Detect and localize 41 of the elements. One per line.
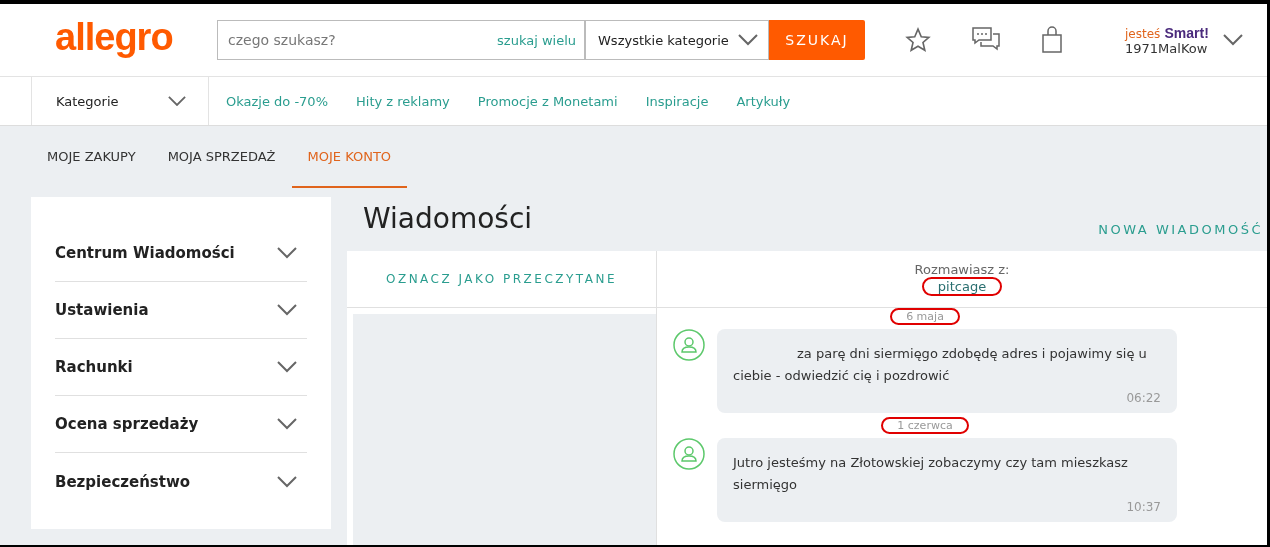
avatar-icon: [673, 329, 705, 361]
message-text: Jutro jesteśmy na Złotowskiej zobaczymy czy tam mieszkasz siermięgo: [733, 454, 1129, 494]
user-name[interactable]: 1971MalKow: [1125, 40, 1209, 56]
sidebar-item[interactable]: Rachunki: [55, 339, 307, 396]
sidebar-item[interactable]: Bezpieczeństwo: [55, 453, 307, 510]
chevron-down-icon: [1222, 34, 1243, 46]
tab[interactable]: MOJA SPRZEDAŻ: [151, 126, 292, 188]
tab[interactable]: MOJE ZAKUPY: [31, 126, 152, 188]
chevron-down-icon: [738, 34, 758, 46]
date-label: 6 maja: [890, 308, 960, 325]
sidebar-item[interactable]: Ocena sprzedaży: [55, 396, 307, 453]
sidebar-item[interactable]: Centrum Wiadomości: [55, 225, 307, 282]
nav-link[interactable]: Artykuły: [736, 93, 791, 109]
new-message-button[interactable]: NOWA WIADOMOŚĆ: [1098, 221, 1267, 237]
tab[interactable]: MOJE KONTO: [291, 126, 408, 188]
nav-link[interactable]: Inspiracje: [645, 93, 709, 109]
categories-button[interactable]: Kategorie: [31, 77, 209, 125]
partner-name[interactable]: pitcage: [921, 277, 1003, 296]
chevron-down-icon: [277, 475, 297, 488]
nav-link[interactable]: Promocje z Monetami: [477, 93, 618, 109]
sidebar-item[interactable]: Ustawienia: [55, 282, 307, 339]
message-time: 10:37: [1126, 500, 1161, 514]
chevron-down-icon: [277, 247, 297, 259]
star-icon[interactable]: [905, 27, 931, 53]
search-button[interactable]: SZUKAJ: [769, 20, 865, 60]
chevron-down-icon: [277, 304, 297, 316]
message-text: za parę dni siermięgo zdobędę adres i pojawimy się u ciebie - odwiedzić cię i pozdrowić: [733, 345, 1148, 385]
chevron-down-icon: [168, 95, 186, 107]
avatar-icon: [673, 438, 705, 470]
message-time: 06:22: [1126, 391, 1161, 405]
category-dropdown[interactable]: Wszystkie kategorie: [585, 20, 769, 60]
chevron-down-icon: [277, 361, 297, 373]
chevron-down-icon: [277, 418, 297, 430]
nav-link[interactable]: Hity z reklamy: [356, 93, 450, 109]
smart-label: jesteś Smart!: [1125, 24, 1209, 41]
page-title: Wiadomości: [363, 201, 533, 235]
conversation-label: Rozmawiasz z:: [914, 262, 1010, 277]
logo[interactable]: allegro: [55, 15, 217, 59]
shopping-bag-icon[interactable]: [1041, 26, 1063, 54]
date-label: 1 czerwca: [881, 417, 969, 434]
nav-link[interactable]: Okazje do -70%: [226, 93, 328, 109]
